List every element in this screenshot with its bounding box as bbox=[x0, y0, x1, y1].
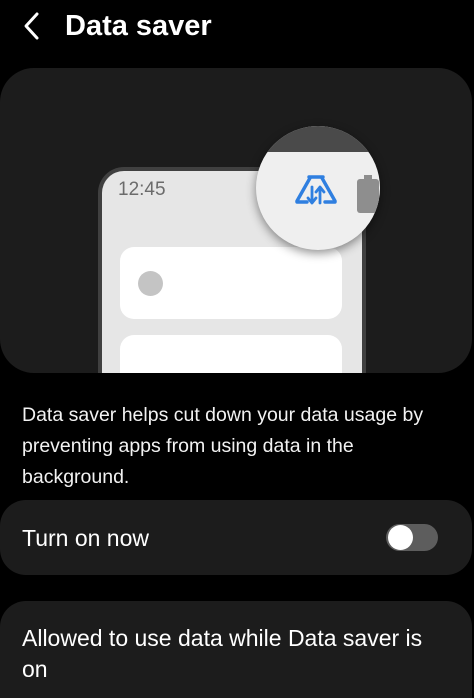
back-button[interactable] bbox=[14, 6, 50, 46]
illustration-card: 12:45 bbox=[0, 68, 472, 373]
phone-clock: 12:45 bbox=[118, 179, 166, 200]
phone-placeholder-card bbox=[120, 335, 342, 373]
turn-on-now-label: Turn on now bbox=[22, 525, 149, 551]
status-bar-magnifier bbox=[256, 126, 380, 250]
turn-on-now-row[interactable]: Turn on now bbox=[0, 500, 472, 575]
data-saver-screen: Data saver 12:45 Data saver helps cut do… bbox=[0, 0, 474, 698]
turn-on-now-switch[interactable] bbox=[386, 524, 438, 551]
placeholder-avatar bbox=[138, 271, 163, 296]
allowed-apps-label: Allowed to use data while Data saver is … bbox=[22, 625, 423, 682]
battery-icon bbox=[357, 175, 379, 213]
allowed-apps-row[interactable]: Allowed to use data while Data saver is … bbox=[0, 601, 472, 698]
app-bar: Data saver bbox=[0, 0, 474, 56]
status-bar-strip bbox=[256, 126, 380, 152]
data-saver-icon bbox=[295, 175, 337, 205]
switch-knob bbox=[388, 525, 413, 550]
page-title: Data saver bbox=[65, 10, 212, 42]
phone-placeholder-card bbox=[120, 247, 342, 319]
chevron-left-icon bbox=[24, 12, 39, 40]
description-text: Data saver helps cut down your data usag… bbox=[22, 404, 424, 488]
